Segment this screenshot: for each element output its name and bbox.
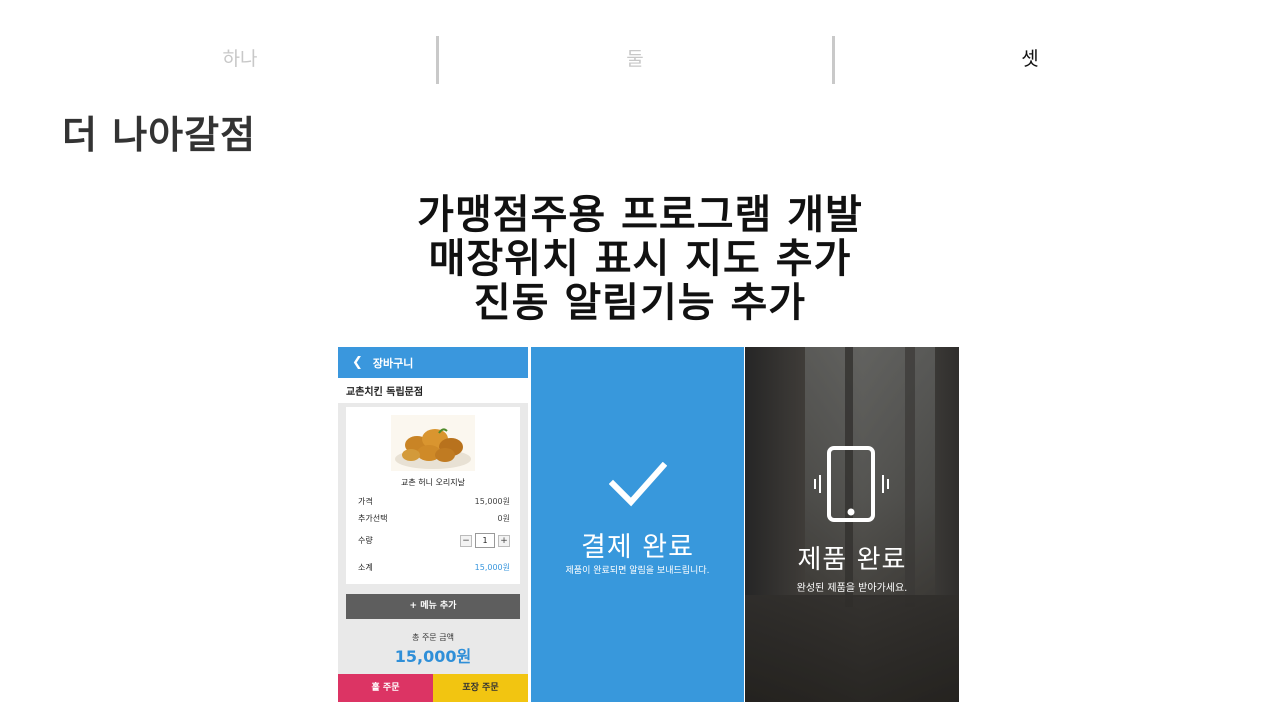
payment-title: 결제 완료 [581, 532, 694, 563]
order-buttons: 홀 주문 포장 주문 [338, 674, 528, 702]
cart-title: 장바구니 [372, 356, 414, 370]
headline-line: 가맹점주용 프로그램 개발 [417, 192, 863, 238]
decrease-button[interactable]: − [460, 534, 472, 547]
subtotal-row: 소계 15,000원 [358, 562, 510, 573]
headline: 가맹점주용 프로그램 개발 매장위치 표시 지도 추가 진동 알림기능 추가 [340, 193, 940, 325]
quantity-field[interactable]: 1 [475, 533, 495, 548]
subtotal-value: 15,000원 [474, 563, 510, 572]
vibrating-phone-icon [814, 446, 889, 522]
store-name: 교촌치킨 독립문점 [338, 378, 528, 403]
payment-subtitle: 제품이 완료되면 알림을 보내드립니다. [565, 566, 710, 576]
price-value: 15,000원 [474, 497, 510, 506]
total-value: 15,000원 [394, 647, 472, 666]
cart-item-card: 교촌 허니 오리지날 가격 15,000원 추가선택 0원 수량 − 1 + 소… [346, 407, 520, 584]
subtotal-label: 소계 [358, 563, 373, 572]
cart-header: ❮ 장바구니 [338, 347, 528, 378]
payment-complete-screen: 결제 완료 제품이 완료되면 알림을 보내드립니다. [531, 347, 744, 702]
tab-divider [832, 36, 835, 84]
total-label: 총 주문 금액 [412, 633, 454, 642]
cart-screen: ❮ 장바구니 교촌치킨 독립문점 교촌 허니 오리지날 가격 15,000원 추… [338, 347, 528, 702]
product-complete-screen: 제품 완료 완성된 제품을 받아가세요. [745, 347, 959, 702]
add-menu-button[interactable]: + 메뉴 추가 [346, 594, 520, 619]
option-value: 0원 [497, 514, 510, 523]
tab-two[interactable]: 둘 [535, 44, 735, 71]
item-name: 교촌 허니 오리지날 [401, 478, 465, 487]
qty-label: 수량 [358, 536, 373, 545]
increase-button[interactable]: + [498, 534, 510, 547]
food-image [391, 415, 475, 471]
headline-line: 진동 알림기능 추가 [473, 280, 807, 326]
quantity-stepper: − 1 + [460, 533, 510, 548]
tab-three[interactable]: 셋 [930, 44, 1130, 71]
price-label: 가격 [358, 497, 373, 506]
tab-divider [436, 36, 439, 84]
checkmark-icon [609, 462, 667, 507]
product-subtitle: 완성된 제품을 받아가세요. [796, 583, 908, 594]
product-title: 제품 완료 [797, 545, 907, 575]
back-icon[interactable]: ❮ [352, 355, 363, 370]
option-label: 추가선택 [358, 514, 388, 523]
section-title: 더 나아갈점 [62, 113, 257, 157]
headline-line: 매장위치 표시 지도 추가 [428, 236, 852, 282]
qty-row: 수량 − 1 + [358, 533, 510, 548]
option-row: 추가선택 0원 [358, 513, 510, 524]
price-row: 가격 15,000원 [358, 496, 510, 507]
tab-one[interactable]: 하나 [140, 44, 340, 71]
hall-order-button[interactable]: 홀 주문 [338, 674, 433, 702]
pack-order-button[interactable]: 포장 주문 [433, 674, 528, 702]
